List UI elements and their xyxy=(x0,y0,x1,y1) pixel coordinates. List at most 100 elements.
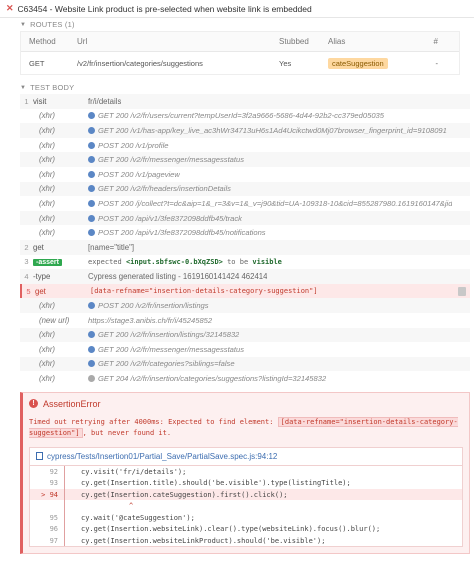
command-message: POST 200 /api/v1/3fe8372098ddfb45/notifi… xyxy=(88,228,266,237)
command-name: (xhr) xyxy=(39,344,56,354)
command-row[interactable]: (xhr) GET 200 /v2/fr/categories?siblings=… xyxy=(20,356,470,372)
code-text: cy.wait('@cateSuggestion'); xyxy=(81,513,195,522)
command-name: visit xyxy=(33,96,47,106)
error-title: ! AssertionError xyxy=(29,399,463,409)
command-row[interactable]: (xhr) GET 200 /v2/fr/insertion/listings/3… xyxy=(20,327,470,343)
command-row[interactable]: (xhr) POST 200 /j/collect?t=dc&aip=1&_r=3… xyxy=(20,196,470,211)
status-dot-icon xyxy=(88,126,95,134)
command-name: (xhr) xyxy=(39,330,56,340)
command-row[interactable]: 1 visit fr/i/details xyxy=(20,94,470,109)
code-line: > 94 cy.get(Insertion.cateSuggestion).fir… xyxy=(30,488,462,501)
command-row[interactable]: (xhr) GET 204 /v2/fr/insertion/categories… xyxy=(20,371,470,386)
gutter-bar xyxy=(64,534,65,547)
command-name: (xhr) xyxy=(39,169,56,179)
command-message-text: GET 200 /v2/fr/categories?siblings=false xyxy=(98,359,235,369)
command-name: (xhr) xyxy=(39,301,56,311)
status-dot-icon xyxy=(88,170,95,178)
command-row[interactable]: 2 get [name="title"] xyxy=(20,239,470,255)
command-message: expected <input.sbfswc-0.bXqZSD> to be v… xyxy=(88,258,282,266)
test-body-section-header[interactable]: ▼ TEST BODY xyxy=(0,81,474,94)
command-message: GET 200 /v2/fr/insertion/listings/321458… xyxy=(88,330,239,339)
command-row[interactable]: (xhr) POST 200 /v1/profile xyxy=(20,137,470,153)
error-panel: ! AssertionError Timed out retrying afte… xyxy=(20,391,470,554)
command-number: 3 xyxy=(24,257,29,267)
test-title[interactable]: ✕ C63454 - Website Link product is pre-s… xyxy=(0,0,474,18)
error-message: Timed out retrying after 4000ms: Expecte… xyxy=(29,416,463,439)
command-message-text: GET 200 /v2/fr/insertion/listings/321458… xyxy=(98,330,240,340)
command-name: (xhr) xyxy=(39,359,56,369)
code-frame: 92 cy.visit('fr/i/details'); 93 cy.get(Inse… xyxy=(29,465,463,548)
command-message-text: [name="title"] xyxy=(88,242,135,252)
command-message-text: https://stage3.anibis.ch/fr/i/45245852 xyxy=(88,315,213,325)
line-number: 96 xyxy=(49,525,58,534)
routes-section-header[interactable]: ▼ ROUTES (1) xyxy=(0,18,474,31)
status-dot-icon xyxy=(88,345,95,353)
command-row[interactable]: (xhr) GET 200 /v2/fr/messenger/messagesst… xyxy=(20,152,470,167)
command-row[interactable]: 4 -type Cypress generated listing - 161916… xyxy=(20,269,470,284)
status-dot-icon xyxy=(88,199,95,207)
command-name: (xhr) xyxy=(39,125,56,135)
command-name: (xhr) xyxy=(39,213,56,223)
command-row[interactable]: (xhr) GET 200 /v1/has-app/key_live_ac3hWr… xyxy=(20,123,470,138)
line-number: 92 xyxy=(49,467,58,476)
routes-table: Method Url Stubbed Alias # GET /v2/fr/in… xyxy=(20,31,460,75)
command-number: 4 xyxy=(24,271,29,281)
status-dot-icon xyxy=(88,331,95,339)
command-message-text: GET 200 /v2/fr/users/current?tempUserId=… xyxy=(98,111,385,121)
code-line: ^ xyxy=(30,500,462,512)
route-row[interactable]: GET /v2/fr/insertion/categories/suggesti… xyxy=(21,52,459,74)
command-name: (xhr) xyxy=(39,184,56,194)
file-link-text: cypress/Tests/Insertion01/Partial_Save/P… xyxy=(47,451,278,461)
line-number: 95 xyxy=(49,513,58,522)
code-text: cy.get(Insertion.websiteLink).clear().ty… xyxy=(81,525,381,534)
command-message: [data-refname="insertion-details-categor… xyxy=(90,287,318,295)
command-row[interactable]: (xhr) GET 200 /v2/fr/users/current?tempUs… xyxy=(20,108,470,124)
col-url: Url xyxy=(77,37,88,46)
code-text: ^ xyxy=(129,502,134,511)
status-dot-icon xyxy=(88,156,95,164)
command-message: POST 200 /v1/profile xyxy=(88,141,169,150)
status-dot-icon xyxy=(88,229,95,237)
col-method: Method xyxy=(29,37,56,46)
trash-icon[interactable] xyxy=(458,286,466,296)
command-row[interactable]: (xhr) GET 200 /v2/fr/headers/insertionDet… xyxy=(20,181,470,197)
error-file-link[interactable]: cypress/Tests/Insertion01/Partial_Save/P… xyxy=(29,446,463,466)
routes-table-header: Method Url Stubbed Alias # xyxy=(21,32,459,52)
command-row[interactable]: (xhr) GET 200 /v2/fr/messenger/messagesst… xyxy=(20,342,470,357)
command-message-text: POST 200 /j/collect?t=dc&aip=1&_r=3&v=1&… xyxy=(98,198,453,208)
gutter-bar xyxy=(64,477,65,489)
command-row[interactable]: (new url) https://stage3.anibis.ch/fr/i/4… xyxy=(20,312,470,328)
command-message: GET 200 /v2/fr/users/current?tempUserId=… xyxy=(88,111,384,120)
status-dot-icon xyxy=(88,185,95,193)
assert-mid-text: to be xyxy=(222,257,253,266)
command-message: [name="title"] xyxy=(88,243,134,252)
command-message: https://stage3.anibis.ch/fr/i/45245852 xyxy=(88,316,212,325)
test-title-text: C63454 - Website Link product is pre-sel… xyxy=(17,3,312,14)
collapse-triangle-icon: ▼ xyxy=(20,21,27,28)
command-row[interactable]: 3 -assert expected <input.sbfswc-0.bXqZSD>… xyxy=(20,254,470,270)
code-line: 95 cy.wait('@cateSuggestion'); xyxy=(30,511,462,524)
command-message: fr/i/details xyxy=(88,97,121,106)
command-message: GET 200 /v2/fr/messenger/messagesstatus xyxy=(88,155,244,164)
test-body-header-label: TEST BODY xyxy=(30,83,75,92)
command-message-text: GET 204 /v2/fr/insertion/categories/sugg… xyxy=(98,374,327,384)
gutter-bar xyxy=(64,465,65,478)
command-row[interactable]: 5 get [data-refname="insertion-details-cat… xyxy=(20,283,470,299)
command-name: (xhr) xyxy=(39,155,56,165)
command-message-text: POST 200 /v2/fr/insertion/listings xyxy=(98,301,209,311)
command-row[interactable]: (xhr) POST 200 /api/v1/3fe8372098ddfb45/n… xyxy=(20,225,470,240)
command-name: (new url) xyxy=(39,315,70,325)
command-row[interactable]: (xhr) POST 200 /v1/pageview xyxy=(20,166,470,182)
command-row[interactable]: (xhr) POST 200 /v2/fr/insertion/listings xyxy=(20,298,470,313)
command-message-text: GET 200 /v1/has-app/key_live_ac3hWr34713… xyxy=(98,125,447,135)
command-row[interactable]: (xhr) POST 200 /api/v1/3fe8372098ddfb45/t… xyxy=(20,210,470,226)
command-message: GET 200 /v2/fr/categories?siblings=false xyxy=(88,359,235,368)
route-count: - xyxy=(435,58,439,68)
col-stubbed: Stubbed xyxy=(279,37,309,46)
route-stubbed: Yes xyxy=(279,58,292,68)
gutter-bar xyxy=(64,511,65,524)
assert-end-text: visible xyxy=(252,257,282,266)
command-name: (xhr) xyxy=(39,140,56,150)
status-dot-icon xyxy=(88,112,95,120)
command-number: 1 xyxy=(24,96,29,106)
